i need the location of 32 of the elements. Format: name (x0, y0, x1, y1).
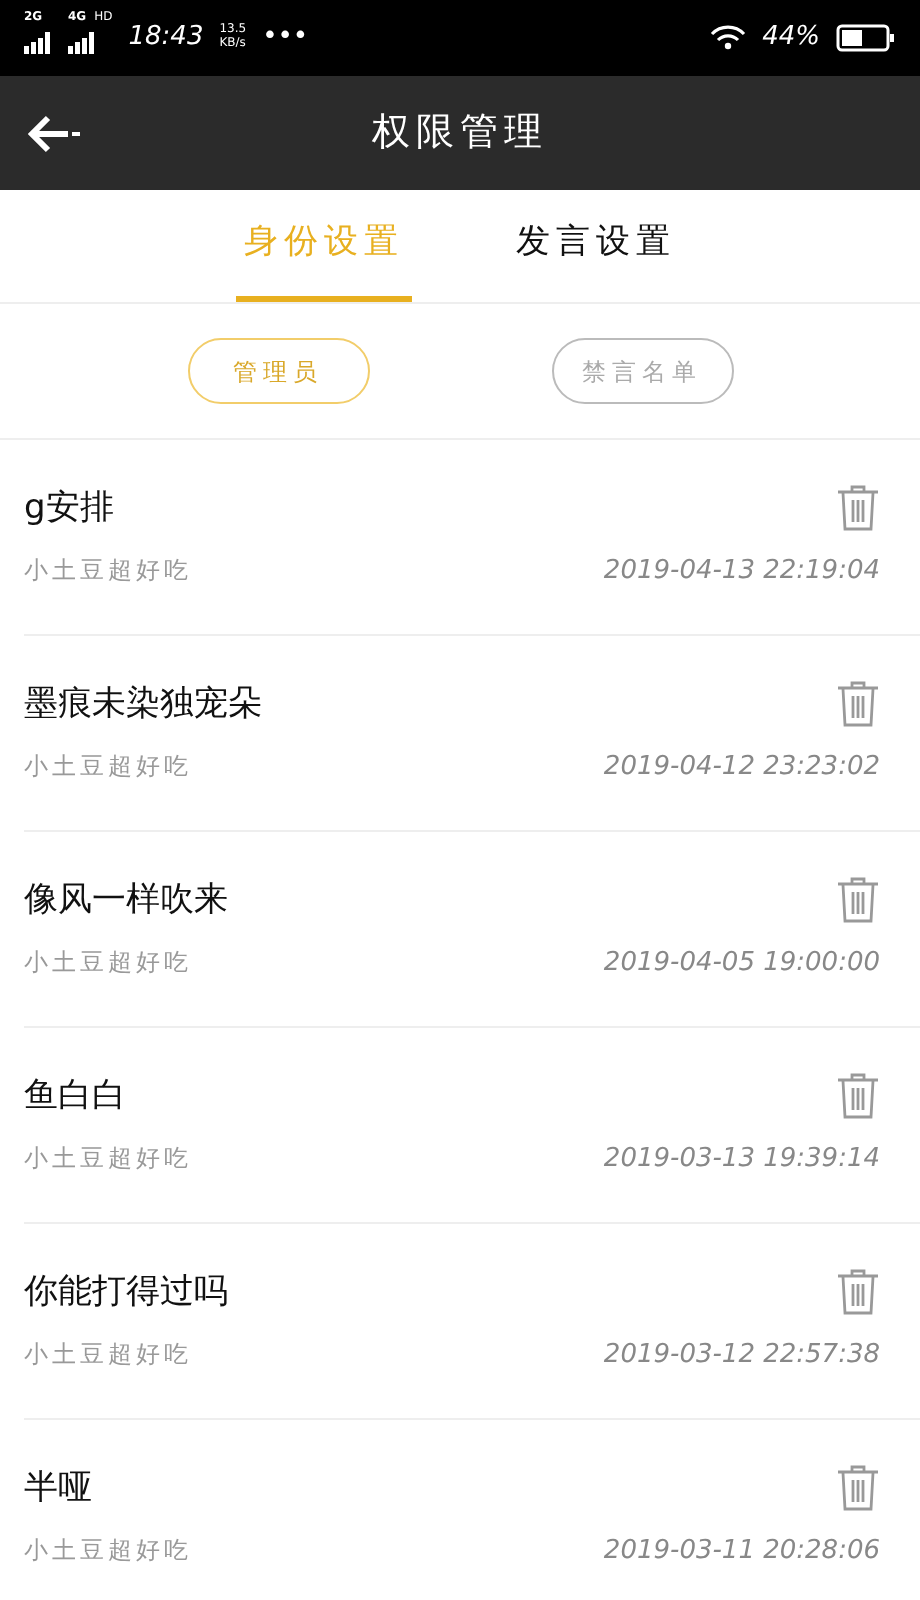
join-time: 2019-04-12 23:23:02 (603, 749, 880, 785)
filter-button[interactable]: 禁言名单 (551, 338, 733, 404)
delete-button[interactable] (836, 1072, 880, 1120)
delete-button[interactable] (836, 1464, 880, 1512)
battery-percent: 44% (762, 20, 820, 57)
filter-button[interactable]: 管理员 (187, 338, 369, 404)
join-time: 2019-04-05 19:00:00 (603, 945, 880, 981)
more-indicator: ••• (262, 20, 309, 57)
member-name: 像风一样吹来 (24, 878, 228, 924)
delete-button[interactable] (836, 876, 880, 924)
page-title: 权限管理 (372, 108, 548, 159)
join-time: 2019-03-12 22:57:38 (603, 1337, 880, 1373)
tab[interactable]: 发言设置 (508, 193, 684, 302)
delete-button[interactable] (836, 680, 880, 728)
join-time: 2019-03-13 19:39:14 (603, 1141, 880, 1177)
delete-button[interactable] (836, 484, 880, 532)
member-group: 小土豆超好吃 (24, 1139, 192, 1178)
tab[interactable]: 身份设置 (236, 193, 412, 302)
join-time: 2019-04-13 22:19:04 (603, 553, 880, 589)
member-group: 小土豆超好吃 (24, 943, 192, 982)
member-name: 鱼白白 (24, 1074, 126, 1120)
delete-button[interactable] (836, 1268, 880, 1316)
member-group: 小土豆超好吃 (24, 747, 192, 786)
member-group: 小土豆超好吃 (24, 551, 192, 590)
member-name: 半哑 (24, 1466, 92, 1512)
member-group: 小土豆超好吃 (24, 1335, 192, 1374)
member-name: g安排 (24, 486, 114, 532)
member-name: 墨痕未染独宠朵 (24, 682, 262, 728)
join-time: 2019-03-11 20:28:06 (603, 1533, 880, 1569)
member-name: 你能打得过吗 (24, 1270, 228, 1316)
member-group: 小土豆超好吃 (24, 1531, 192, 1570)
status-time: 18:43 (128, 20, 204, 57)
